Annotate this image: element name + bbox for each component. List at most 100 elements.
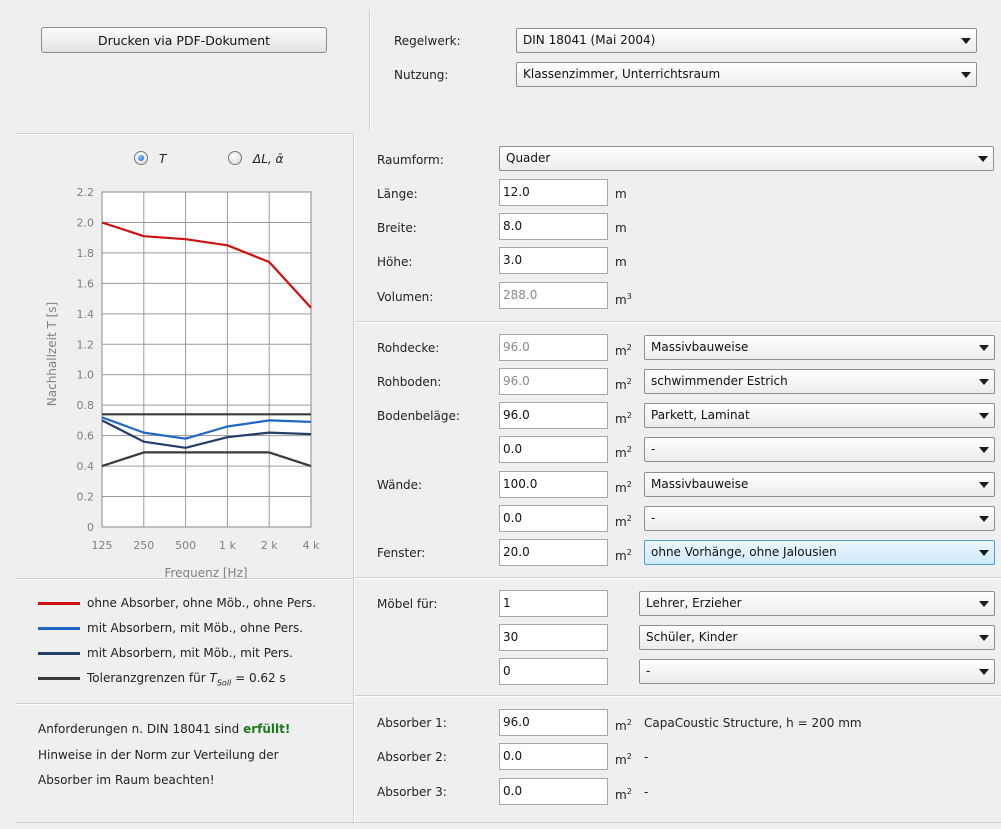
nutzung-select[interactable]: Klassenzimmer, Unterrichtsraum	[516, 62, 977, 87]
absorber-2-unit: m2	[615, 752, 632, 767]
waende-input-1[interactable]: 100.0	[499, 471, 608, 498]
absorber-3-unit-text: m	[615, 788, 627, 802]
legend-line-blue	[38, 627, 80, 630]
laenge-unit: m	[615, 187, 627, 201]
waende-unit-1: m2	[615, 480, 632, 495]
bodenbelaege-input-1[interactable]: 96.0	[499, 402, 608, 429]
regelwerk-label: Regelwerk:	[394, 34, 461, 48]
rohdecke-unit-text: m	[615, 344, 627, 358]
chart-y-ticks: 0 0.2 0.4 0.6 0.8 1.0 1.2 1.4 1.6 1.8 2.0 2.2	[77, 186, 95, 534]
chart-x-tick: 2 k	[261, 539, 278, 552]
bodenbelaege-select-2[interactable]: -	[644, 437, 995, 462]
breite-unit: m	[615, 221, 627, 235]
rohboden-select[interactable]: schwimmender Estrich	[644, 369, 995, 394]
rohboden-type: schwimmender Estrich	[651, 374, 788, 388]
moebel-select-2[interactable]: Schüler, Kinder	[639, 625, 995, 650]
chart-y-tick: 0.6	[77, 430, 95, 443]
chart-x-tick: 125	[92, 539, 113, 552]
absorber-2-desc: -	[644, 750, 649, 764]
chevron-down-icon	[979, 601, 989, 607]
absorber-1-unit: m2	[615, 718, 632, 733]
waende-select-2[interactable]: -	[644, 506, 995, 531]
rohboden-unit: m2	[615, 377, 632, 392]
legend-s1: ohne Absorber, ohne Möb., ohne Pers.	[87, 596, 317, 610]
bodenbelaege-type-2: -	[651, 442, 656, 456]
radio-t[interactable]	[134, 151, 148, 165]
legend-line-navy	[38, 652, 80, 655]
chart-y-label: Nachhallzeit T [s]	[44, 284, 60, 424]
chevron-down-icon	[979, 516, 989, 522]
regelwerk-select[interactable]: DIN 18041 (Mai 2004)	[516, 28, 977, 53]
moebel-type-3: -	[646, 664, 651, 678]
bodenbelaege-select-1[interactable]: Parkett, Laminat	[644, 403, 995, 428]
rohdecke-unit: m2	[615, 343, 632, 358]
bodenbelaege-unit-2: m2	[615, 445, 632, 460]
nutzung-label: Nutzung:	[394, 68, 449, 82]
rohdecke-type: Massivbauweise	[651, 340, 749, 354]
chevron-down-icon	[961, 38, 971, 44]
rohboden-unit-text: m	[615, 378, 627, 392]
moebel-label: Möbel für:	[377, 597, 438, 611]
absorber-2-input[interactable]: 0.0	[499, 743, 608, 770]
rohboden-field: 96.0	[499, 368, 608, 395]
moebel-select-1[interactable]: Lehrer, Erzieher	[639, 591, 995, 616]
chart-x-label: Frequenz [Hz]	[164, 566, 247, 578]
chevron-down-icon	[979, 379, 989, 385]
print-pdf-button[interactable]: Drucken via PDF-Dokument	[41, 27, 327, 53]
moebel-input-2[interactable]: 30	[499, 624, 608, 651]
absorber-1-input[interactable]: 96.0	[499, 709, 608, 736]
left-divider-legend-highlight	[16, 704, 353, 705]
radio-delta-l-label: ΔL, ᾱ	[253, 152, 284, 166]
legend-line-red	[38, 602, 80, 605]
requirements-status: erfüllt!	[243, 722, 291, 736]
chevron-down-icon	[979, 669, 989, 675]
right-divider-room-highlight	[355, 322, 1001, 323]
waende-label: Wände:	[377, 478, 423, 492]
waende-select-1[interactable]: Massivbauweise	[644, 472, 995, 497]
legend-s4: Toleranzgrenzen für TSoll = 0.62 s	[87, 671, 286, 687]
moebel-input-1[interactable]: 1	[499, 590, 608, 617]
top-divider-vertical-highlight	[370, 10, 371, 132]
raumform-value: Quader	[506, 151, 551, 165]
bodenbelaege-input-2[interactable]: 0.0	[499, 436, 608, 463]
waende-unit-2-text: m	[615, 515, 627, 529]
fenster-input[interactable]: 20.0	[499, 539, 608, 566]
chevron-down-icon	[979, 482, 989, 488]
hoehe-unit: m	[615, 255, 627, 269]
volumen-unit: m3	[615, 292, 632, 307]
waende-unit-2: m2	[615, 514, 632, 529]
moebel-select-3[interactable]: -	[639, 659, 995, 684]
absorber-2-unit-text: m	[615, 753, 627, 767]
bottom-divider	[16, 822, 1001, 823]
rohdecke-select[interactable]: Massivbauweise	[644, 335, 995, 360]
chart-y-tick: 2.0	[77, 216, 95, 229]
absorber-3-input[interactable]: 0.0	[499, 778, 608, 805]
fenster-select[interactable]: ohne Vorhänge, ohne Jalousien	[644, 540, 995, 565]
legend-s2: mit Absorbern, mit Möb., ohne Pers.	[87, 621, 304, 635]
legend-s4-prefix: Toleranzgrenzen für	[87, 671, 210, 685]
chart-x-tick: 500	[175, 539, 196, 552]
main-divider-vertical-highlight	[354, 134, 355, 824]
breite-input[interactable]: 8.0	[499, 213, 608, 240]
waende-input-2[interactable]: 0.0	[499, 505, 608, 532]
volumen-field: 288.0	[499, 282, 608, 309]
bodenbelaege-unit-1-text: m	[615, 412, 627, 426]
moebel-input-3[interactable]: 0	[499, 658, 608, 685]
waende-unit-1-text: m	[615, 481, 627, 495]
requirements-line1: Anforderungen n. DIN 18041 sind erfüllt!	[38, 721, 290, 737]
waende-type-2: -	[651, 511, 656, 525]
radio-delta-l[interactable]	[228, 151, 242, 165]
volumen-label: Volumen:	[377, 290, 434, 304]
hoehe-input[interactable]: 3.0	[499, 247, 608, 274]
rohdecke-label: Rohdecke:	[377, 341, 440, 355]
bodenbelaege-label: Bodenbeläge:	[377, 409, 460, 423]
chart-y-tick: 1.2	[77, 338, 95, 351]
right-divider-furniture-highlight	[355, 696, 1001, 697]
raumform-select[interactable]: Quader	[499, 146, 994, 171]
chevron-down-icon	[961, 72, 971, 78]
chart-y-tick: 0.8	[77, 399, 95, 412]
laenge-label: Länge:	[377, 187, 418, 201]
laenge-input[interactable]: 12.0	[499, 179, 608, 206]
regelwerk-value: DIN 18041 (Mai 2004)	[523, 33, 656, 47]
fenster-label: Fenster:	[377, 546, 426, 560]
